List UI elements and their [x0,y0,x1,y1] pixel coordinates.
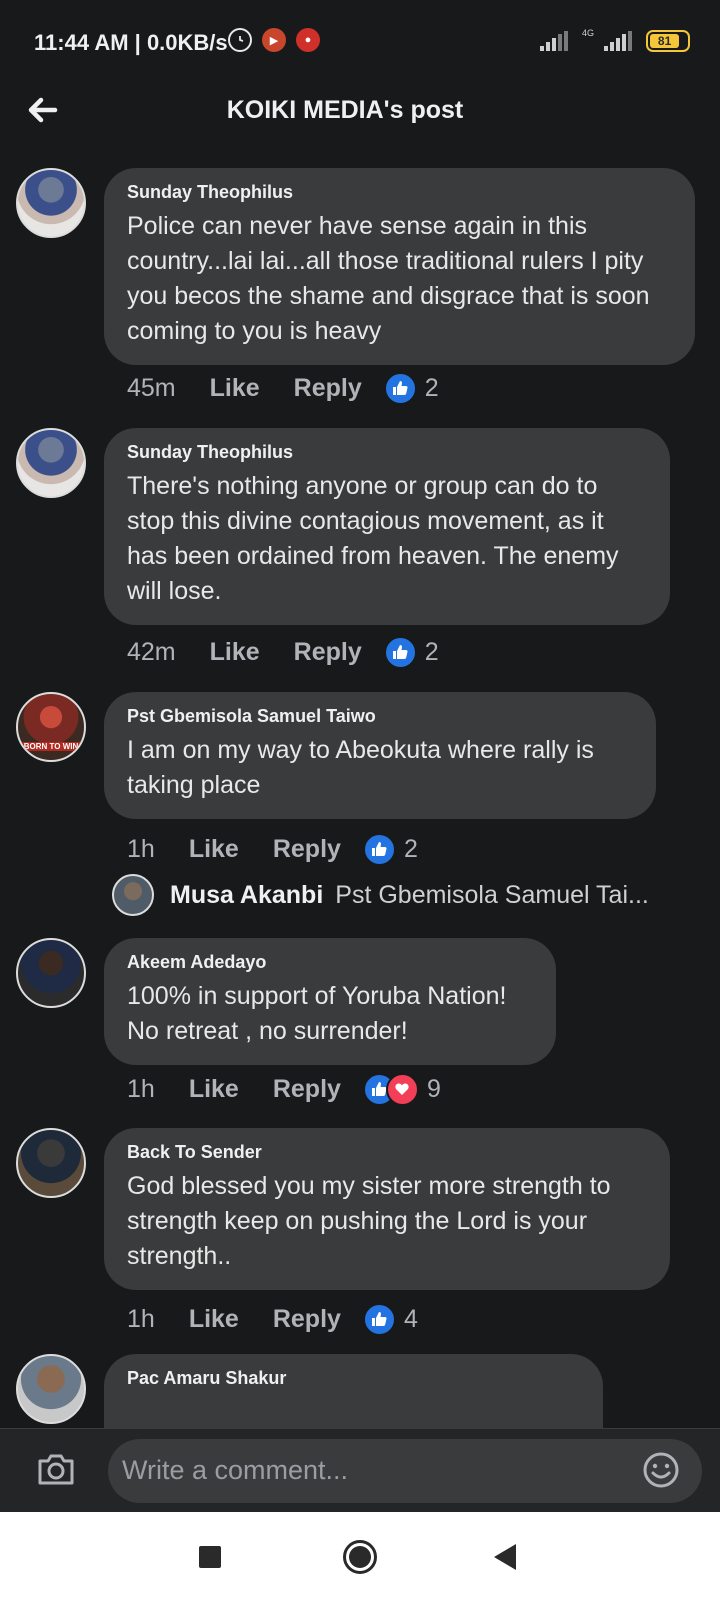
avatar-caption: BORN TO WIN [18,742,84,751]
comment-author[interactable]: Pac Amaru Shakur [127,1368,579,1389]
comment-text: 100% in support of Yoruba Nation! No ret… [127,982,507,1045]
reply-button[interactable]: Reply [273,835,341,864]
like-button[interactable]: Like [189,1305,239,1334]
comment-actions: 42m Like Reply 2 [127,632,439,672]
comment-actions: 45m Like Reply 2 [127,368,439,408]
comment-actions: 1h Like Reply 4 [127,1299,418,1339]
like-reaction-icon [383,371,417,405]
camera-button[interactable] [36,1451,76,1487]
love-reaction-icon [385,1072,419,1106]
comment-bubble[interactable]: Akeem Adedayo 100% in support of Yoruba … [104,938,556,1065]
signal-icon [539,31,568,51]
comment-bubble[interactable]: Pst Gbemisola Samuel Taiwo I am on my wa… [104,692,656,819]
reaction-count: 2 [424,637,439,666]
status-bar: 11:44 AM | 0.0KB/s ▶ ● 4G 81 [0,0,720,84]
reactions[interactable]: 2 [362,832,418,866]
comment-author[interactable]: Akeem Adedayo [127,952,532,973]
reply-button[interactable]: Reply [294,374,362,403]
comment-time[interactable]: 42m [127,638,176,667]
comment-bubble[interactable]: Back To Sender God blessed you my sister… [104,1128,670,1290]
recent-apps-button[interactable] [199,1546,221,1568]
emoji-icon [643,1452,679,1488]
status-time: 11:44 AM | 0.0KB/s [34,30,228,55]
camera-icon [38,1454,74,1485]
reaction-count: 2 [403,834,418,863]
page-title: KOIKI MEDIA's post [226,96,464,124]
avatar[interactable]: BORN TO WIN [16,692,86,762]
reactions[interactable]: 2 [383,635,439,669]
battery-level: 81 [650,34,680,48]
comment-bubble[interactable]: Sunday Theophilus There's nothing anyone… [104,428,670,625]
reply-author: Musa Akanbi [170,880,324,909]
avatar[interactable] [16,938,86,1008]
status-system-icons: 4G 81 [539,28,690,52]
reply-button[interactable]: Reply [294,638,362,667]
reply-preview[interactable]: Musa Akanbi Pst Gbemisola Samuel Tai... [112,873,649,917]
comment-time[interactable]: 1h [127,1305,155,1334]
comment-text: Police can never have sense again in thi… [127,212,650,345]
like-reaction-icon [383,635,417,669]
reaction-count: 2 [424,373,439,402]
avatar[interactable] [16,1128,86,1198]
like-button[interactable]: Like [189,1075,239,1104]
like-reaction-icon [362,832,396,866]
network-type-label: 4G [581,28,594,38]
comment-text: God blessed you my sister more strength … [127,1172,611,1270]
screen: 11:44 AM | 0.0KB/s ▶ ● 4G 81 KOIKI MEDIA… [0,0,720,1600]
comment-time[interactable]: 45m [127,374,176,403]
comment-text: There's nothing anyone or group can do t… [127,472,619,605]
system-nav-bar [0,1512,720,1600]
alarm-icon [228,28,252,52]
home-button[interactable] [343,1540,377,1574]
notification-app-icon: ● [296,28,320,52]
reactions[interactable]: 9 [362,1072,441,1106]
comments-list[interactable]: Sunday Theophilus Police can never have … [0,160,720,1428]
signal-icon-2 [604,31,632,51]
comment-author[interactable]: Back To Sender [127,1142,646,1163]
reactions[interactable]: 2 [383,371,439,405]
reaction-count: 9 [426,1074,441,1103]
like-reaction-icon [362,1302,396,1336]
comment-input[interactable]: Write a comment... [108,1439,702,1503]
reply-button[interactable]: Reply [273,1305,341,1334]
home-icon [349,1546,371,1568]
comment-author[interactable]: Pst Gbemisola Samuel Taiwo [127,706,632,727]
like-button[interactable]: Like [210,638,260,667]
comment-input-placeholder: Write a comment... [122,1455,349,1485]
like-button[interactable]: Like [210,374,260,403]
comment-composer: Write a comment... [0,1428,720,1512]
comment-time[interactable]: 1h [127,1075,155,1104]
reply-snippet: Pst Gbemisola Samuel Tai... [335,880,649,909]
comment-time[interactable]: 1h [127,835,155,864]
reply-button[interactable]: Reply [273,1075,341,1104]
comment-author[interactable]: Sunday Theophilus [127,182,671,203]
like-button[interactable]: Like [189,835,239,864]
comment-actions: 1h Like Reply 2 [127,829,418,869]
comment-text: I am on my way to Abeokuta where rally i… [127,736,594,799]
avatar[interactable] [16,1354,86,1424]
emoji-button[interactable] [642,1451,680,1489]
comment-bubble[interactable]: Sunday Theophilus Police can never have … [104,168,695,365]
post-header: KOIKI MEDIA's post [0,84,720,144]
avatar[interactable] [16,168,86,238]
comment-bubble[interactable]: Pac Amaru Shakur [104,1354,603,1428]
reactions[interactable]: 4 [362,1302,418,1336]
battery-icon: 81 [646,30,690,52]
avatar[interactable] [16,428,86,498]
reply-avatar [112,874,154,916]
comment-actions: 1h Like Reply 9 [127,1069,441,1109]
comment-author[interactable]: Sunday Theophilus [127,442,646,463]
nav-back-button[interactable] [494,1544,516,1570]
reaction-count: 4 [403,1304,418,1333]
status-notification-icons: ▶ ● [228,28,320,52]
screen-recorder-icon: ▶ [262,28,286,52]
